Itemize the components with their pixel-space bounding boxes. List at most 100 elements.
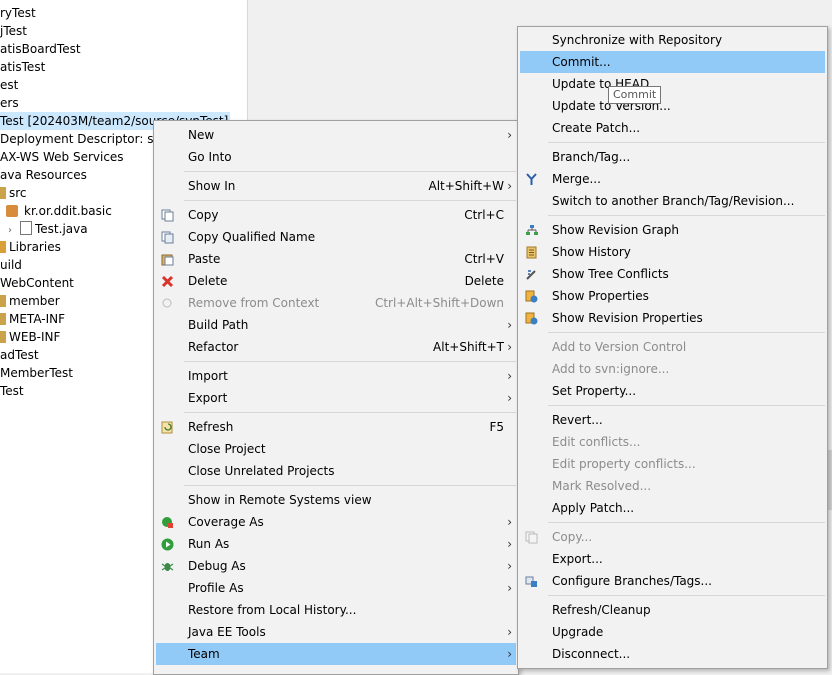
revision-graph-icon [524, 223, 538, 237]
menu-item-copy[interactable]: Copy Ctrl+C [156, 204, 516, 226]
menu-item-configure-branches-tags[interactable]: Configure Branches/Tags... [520, 570, 825, 592]
menu-item-export[interactable]: Export... [520, 548, 825, 570]
menu-item-label: Commit... [552, 55, 611, 69]
submenu-arrow-icon: › [507, 537, 512, 551]
menu-item-add-to-svn-ignore[interactable]: Add to svn:ignore... [520, 358, 825, 380]
menu-item-branch-tag[interactable]: Branch/Tag... [520, 146, 825, 168]
copy-disabled-icon [524, 530, 538, 544]
menu-item-paste[interactable]: Paste Ctrl+V [156, 248, 516, 270]
menu-item-commit[interactable]: Commit... [520, 51, 825, 73]
menu-item-label: Synchronize with Repository [552, 33, 723, 47]
menu-item-import[interactable]: Import › [156, 365, 516, 387]
menu-item-show-in[interactable]: Show In Alt+Shift+W › [156, 175, 516, 197]
tree-item-label: src [9, 186, 27, 200]
menu-item-label: Java EE Tools [188, 625, 266, 639]
menu-item-export[interactable]: Export › [156, 387, 516, 409]
tree-item[interactable]: atisTest [0, 58, 45, 76]
menu-separator [548, 522, 825, 523]
tree-item[interactable]: META-INF [0, 310, 65, 328]
tree-item[interactable]: ers [0, 94, 19, 112]
menu-item-label: Configure Branches/Tags... [552, 574, 712, 588]
menu-item-update-to-version[interactable]: Update to Version... [520, 95, 825, 117]
tree-item[interactable]: WebContent [0, 274, 74, 292]
menu-item-profile-as[interactable]: Profile As › [156, 577, 516, 599]
menu-item-show-revision-properties[interactable]: Show Revision Properties [520, 307, 825, 329]
menu-item-copy-qualified-name[interactable]: Copy Qualified Name [156, 226, 516, 248]
menu-item-apply-patch[interactable]: Apply Patch... [520, 497, 825, 519]
menu-item-add-to-version-control[interactable]: Add to Version Control [520, 336, 825, 358]
menu-item-disconnect[interactable]: Disconnect... [520, 643, 825, 665]
menu-item-new[interactable]: New › [156, 124, 516, 146]
menu-item-coverage-as[interactable]: Coverage As › [156, 511, 516, 533]
menu-item-label: Export [188, 391, 228, 405]
menu-item-label: Set Property... [552, 384, 637, 398]
menu-separator [184, 412, 516, 413]
tree-item[interactable]: MemberTest [0, 364, 73, 382]
menu-item-label: Team [188, 647, 220, 661]
menu-item-refresh[interactable]: Refresh F5 [156, 416, 516, 438]
menu-item-shortcut: Ctrl+V [464, 252, 504, 266]
menu-item-label: New [188, 128, 215, 142]
menu-item-set-property[interactable]: Set Property... [520, 380, 825, 402]
menu-item-java-ee-tools[interactable]: Java EE Tools › [156, 621, 516, 643]
submenu-arrow-icon: › [507, 340, 512, 354]
menu-item-create-patch[interactable]: Create Patch... [520, 117, 825, 139]
menu-item-remove-from-context[interactable]: Remove from Context Ctrl+Alt+Shift+Down [156, 292, 516, 314]
tree-item[interactable]: ava Resources [0, 166, 87, 184]
tree-item-label: ava Resources [0, 168, 87, 182]
menu-item-merge[interactable]: Merge... [520, 168, 825, 190]
submenu-arrow-icon: › [507, 179, 512, 193]
tree-item[interactable]: atisBoardTest [0, 40, 81, 58]
tree-item[interactable]: src [0, 184, 27, 202]
menu-item-refactor[interactable]: Refactor Alt+Shift+T › [156, 336, 516, 358]
menu-item-label: Restore from Local History... [188, 603, 357, 617]
menu-item-run-as[interactable]: Run As › [156, 533, 516, 555]
menu-item-show-revision-graph[interactable]: Show Revision Graph [520, 219, 825, 241]
menu-item-label: Add to Version Control [552, 340, 687, 354]
submenu-arrow-icon: › [507, 559, 512, 573]
delete-icon [160, 274, 174, 288]
source-folder-icon [0, 187, 6, 199]
menu-item-restore-from-local-history[interactable]: Restore from Local History... [156, 599, 516, 621]
tree-item[interactable]: WEB-INF [0, 328, 60, 346]
menu-item-show-in-remote-systems[interactable]: Show in Remote Systems view [156, 489, 516, 511]
menu-item-go-into[interactable]: Go Into [156, 146, 516, 168]
menu-item-show-properties[interactable]: Show Properties [520, 285, 825, 307]
menu-item-show-tree-conflicts[interactable]: Show Tree Conflicts [520, 263, 825, 285]
tree-item[interactable]: jTest [0, 22, 27, 40]
tree-item[interactable]: ryTest [0, 4, 36, 22]
tree-item[interactable]: uild [0, 256, 22, 274]
menu-item-copy[interactable]: Copy... [520, 526, 825, 548]
menu-item-team[interactable]: Team › [156, 643, 516, 665]
menu-item-close-project[interactable]: Close Project [156, 438, 516, 460]
tree-item[interactable]: member [0, 292, 60, 310]
libraries-icon [0, 241, 6, 253]
menu-item-update-to-head[interactable]: Update to HEAD [520, 73, 825, 95]
menu-item-synchronize[interactable]: Synchronize with Repository [520, 29, 825, 51]
menu-item-revert[interactable]: Revert... [520, 409, 825, 431]
tree-item[interactable]: › Test.java [8, 220, 88, 238]
tree-item[interactable]: kr.or.ddit.basic [6, 202, 112, 220]
tree-item[interactable]: Test [0, 382, 24, 400]
menu-item-build-path[interactable]: Build Path › [156, 314, 516, 336]
tree-item[interactable]: AX-WS Web Services [0, 148, 124, 166]
menu-item-switch[interactable]: Switch to another Branch/Tag/Revision... [520, 190, 825, 212]
menu-item-edit-conflicts[interactable]: Edit conflicts... [520, 431, 825, 453]
menu-item-mark-resolved[interactable]: Mark Resolved... [520, 475, 825, 497]
menu-item-debug-as[interactable]: Debug As › [156, 555, 516, 577]
menu-item-delete[interactable]: Delete Delete [156, 270, 516, 292]
tree-item-label: atisBoardTest [0, 42, 81, 56]
menu-item-show-history[interactable]: Show History [520, 241, 825, 263]
menu-item-upgrade[interactable]: Upgrade [520, 621, 825, 643]
menu-item-edit-property-conflicts[interactable]: Edit property conflicts... [520, 453, 825, 475]
menu-item-close-unrelated-projects[interactable]: Close Unrelated Projects [156, 460, 516, 482]
context-menu: New › Go Into Show In Alt+Shift+W › Copy Ctr… [153, 120, 519, 675]
menu-item-refresh-cleanup[interactable]: Refresh/Cleanup [520, 599, 825, 621]
menu-item-label: Build Path [188, 318, 249, 332]
tree-item[interactable]: Libraries [0, 238, 61, 256]
menu-item-shortcut: Ctrl+C [464, 208, 504, 222]
revision-properties-icon [524, 311, 538, 325]
tree-item[interactable]: adTest [0, 346, 39, 364]
tree-item[interactable]: est [0, 76, 18, 94]
tooltip: Commit [608, 86, 662, 104]
